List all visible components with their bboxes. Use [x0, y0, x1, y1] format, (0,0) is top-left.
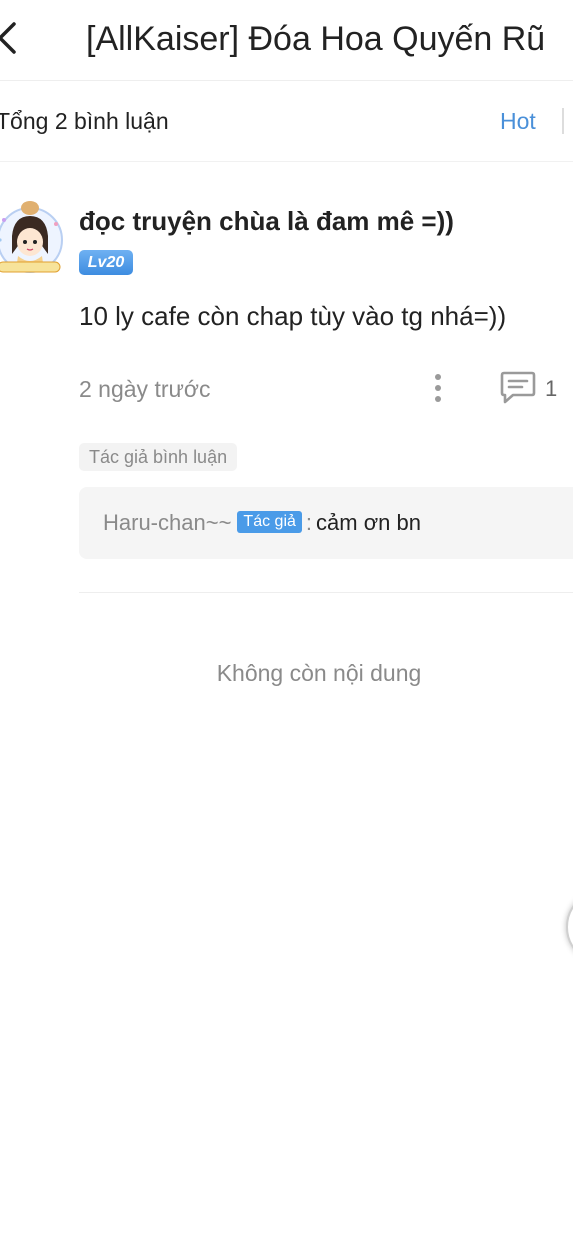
comment-icon — [500, 371, 536, 404]
reply-text: cảm ơn bn — [316, 510, 421, 535]
chevron-left-icon — [0, 22, 16, 54]
comment-text: 10 ly cafe còn chap tùy vào tg nhá=)) — [79, 301, 507, 331]
comment-username[interactable]: đọc truyện chùa là đam mê =)) — [79, 204, 454, 238]
header-bar: [AllKaiser] Đóa Hoa Quyến Rũ — [0, 0, 573, 81]
sort-hot-tab[interactable]: Hot — [500, 107, 536, 135]
page-title: [AllKaiser] Đóa Hoa Quyến Rũ — [86, 20, 546, 58]
comments-page: [AllKaiser] Đóa Hoa Quyến Rũ Tổng 2 bình… — [0, 0, 573, 1243]
back-button[interactable] — [0, 18, 24, 58]
author-comment-tag: Tác giả bình luận — [79, 443, 238, 471]
end-of-content-message: Không còn nội dung — [216, 660, 422, 686]
vertical-dots-icon — [435, 374, 441, 402]
floating-action-button[interactable] — [566, 890, 573, 964]
more-options-button[interactable] — [426, 372, 450, 404]
author-badge: Tác giả — [237, 511, 302, 533]
reply-separator: : — [305, 510, 313, 535]
reply-count: 1 — [545, 376, 558, 401]
total-comments-label: Tổng 2 bình luận — [0, 108, 169, 134]
comment-timestamp: 2 ngày trước — [79, 376, 211, 402]
sort-divider — [562, 108, 564, 134]
reply-preview[interactable]: Haru-chan~~ Tác giả: cảm ơn bn — [79, 487, 573, 559]
reply-author[interactable]: Haru-chan~~ — [103, 510, 231, 535]
reply-button[interactable] — [499, 369, 537, 405]
comments-summary-bar: Tổng 2 bình luận Hot — [0, 81, 573, 162]
level-badge: Lv20 — [79, 250, 133, 275]
avatar-image — [0, 201, 63, 273]
reply-line: Haru-chan~~ Tác giả: cảm ơn bn — [103, 507, 421, 539]
comment-divider — [79, 592, 573, 593]
avatar[interactable] — [0, 196, 66, 282]
